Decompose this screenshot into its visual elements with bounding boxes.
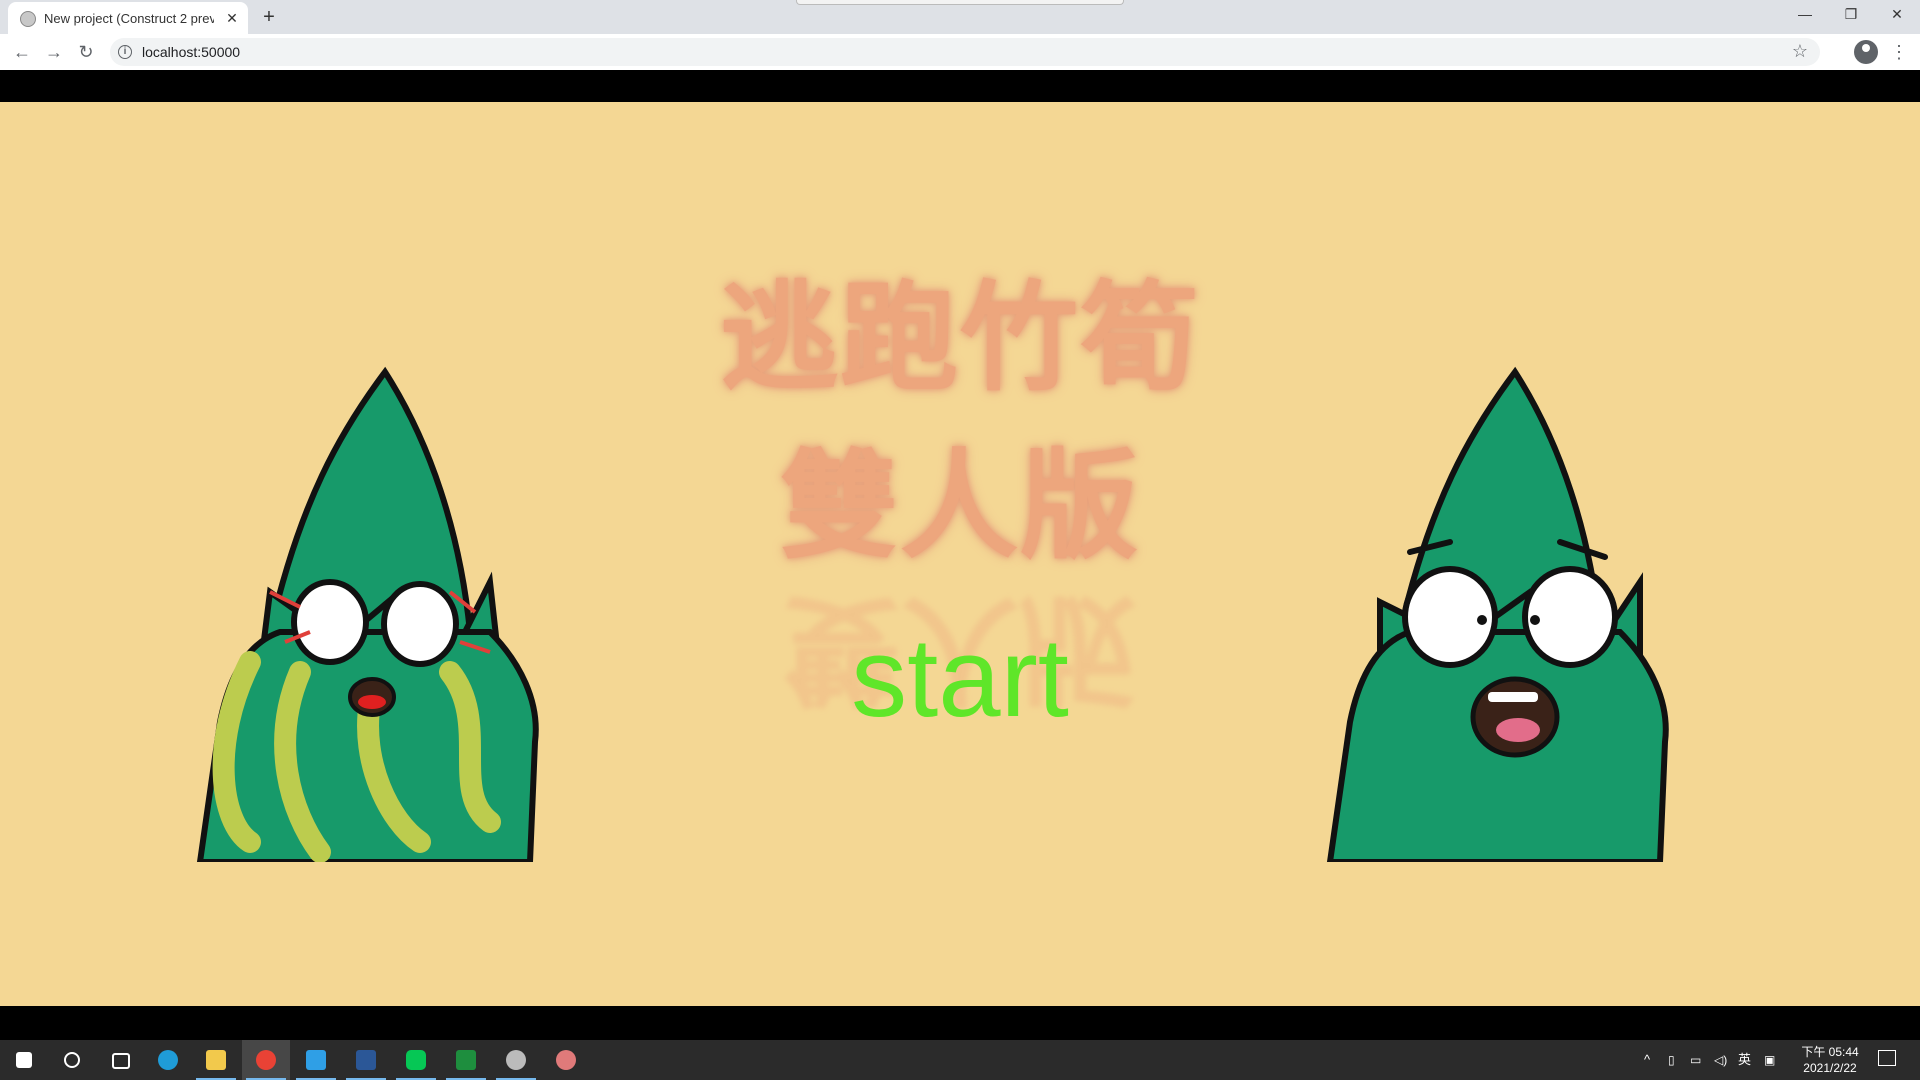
new-tab-button[interactable]: + xyxy=(258,7,280,29)
tray-keyboard-icon[interactable]: ▣ xyxy=(1764,1040,1775,1080)
notification-center-icon[interactable] xyxy=(1878,1050,1896,1066)
tray-volume-icon[interactable]: ◁) xyxy=(1714,1040,1727,1080)
browser-toolbar: ← → ↻ i localhost:50000 ☆ ⋮ xyxy=(0,34,1920,70)
sheets-button[interactable] xyxy=(442,1040,490,1080)
vscode-button[interactable] xyxy=(292,1040,340,1080)
reload-button[interactable]: ↻ xyxy=(74,41,98,63)
tab-close-icon[interactable]: ✕ xyxy=(223,9,241,27)
tab-favicon-icon xyxy=(20,11,36,27)
restore-button[interactable]: ❐ xyxy=(1828,0,1874,30)
search-icon xyxy=(64,1052,80,1068)
word-button[interactable] xyxy=(342,1040,390,1080)
taskbar-clock[interactable]: 下午 05:44 2021/2/22 xyxy=(1790,1044,1870,1076)
edge-button[interactable] xyxy=(144,1040,192,1080)
paint-button[interactable] xyxy=(542,1040,590,1080)
search-button[interactable] xyxy=(48,1040,96,1080)
minimize-button[interactable]: — xyxy=(1782,0,1828,30)
game-viewport: 逃跑竹筍 雙人版 雙人版 start xyxy=(0,70,1920,1040)
edge-icon xyxy=(158,1050,178,1070)
tab-title: New project (Construct 2 preview) xyxy=(44,11,214,26)
word-icon xyxy=(356,1050,376,1070)
menu-icon[interactable]: ⋮ xyxy=(1890,40,1908,64)
start-button[interactable] xyxy=(0,1040,48,1080)
chrome-icon xyxy=(256,1050,276,1070)
tray-chevron-icon[interactable]: ^ xyxy=(1644,1040,1650,1080)
taskbar: ^ ▯ ▭ ◁) 英 ▣ 下午 05:44 2021/2/22 xyxy=(0,1040,1920,1080)
tray-battery-icon[interactable]: ▯ xyxy=(1668,1040,1675,1080)
info-icon[interactable]: i xyxy=(118,45,132,59)
browser-tab[interactable]: New project (Construct 2 preview) ✕ xyxy=(8,2,248,34)
clock-date: 2021/2/22 xyxy=(1803,1061,1857,1075)
task-view-icon xyxy=(112,1053,130,1069)
start-button[interactable]: start xyxy=(800,618,1120,738)
drag-hint xyxy=(796,0,1124,5)
bookmark-star-icon[interactable]: ☆ xyxy=(1792,41,1808,62)
task-view-button[interactable] xyxy=(96,1040,144,1080)
left-bamboo-character xyxy=(196,366,539,862)
url-text[interactable]: localhost:50000 xyxy=(142,44,240,60)
profile-icon[interactable] xyxy=(1854,40,1878,64)
line-icon xyxy=(406,1050,426,1070)
game-canvas[interactable]: 逃跑竹筍 雙人版 雙人版 start xyxy=(0,102,1920,1006)
windows-start-icon xyxy=(16,1052,32,1068)
sheets-icon xyxy=(456,1050,476,1070)
address-bar[interactable]: i localhost:50000 ☆ xyxy=(110,38,1820,66)
close-window-button[interactable]: ✕ xyxy=(1874,0,1920,30)
tray-network-icon[interactable]: ▭ xyxy=(1690,1040,1701,1080)
vscode-icon xyxy=(306,1050,326,1070)
back-button[interactable]: ← xyxy=(10,41,34,63)
file-explorer-button[interactable] xyxy=(192,1040,240,1080)
browser-tab-strip: New project (Construct 2 preview) ✕ + — … xyxy=(0,0,1920,34)
line-button[interactable] xyxy=(392,1040,440,1080)
tray-ime-label[interactable]: 英 xyxy=(1738,1040,1751,1080)
clock-time: 下午 05:44 xyxy=(1801,1045,1859,1059)
forward-button[interactable]: → xyxy=(42,41,66,63)
paint-icon xyxy=(556,1050,576,1070)
right-bamboo-character xyxy=(1326,366,1669,862)
file-explorer-icon xyxy=(206,1050,226,1070)
settings-button[interactable] xyxy=(492,1040,540,1080)
chrome-button[interactable] xyxy=(242,1040,290,1080)
settings-icon xyxy=(506,1050,526,1070)
